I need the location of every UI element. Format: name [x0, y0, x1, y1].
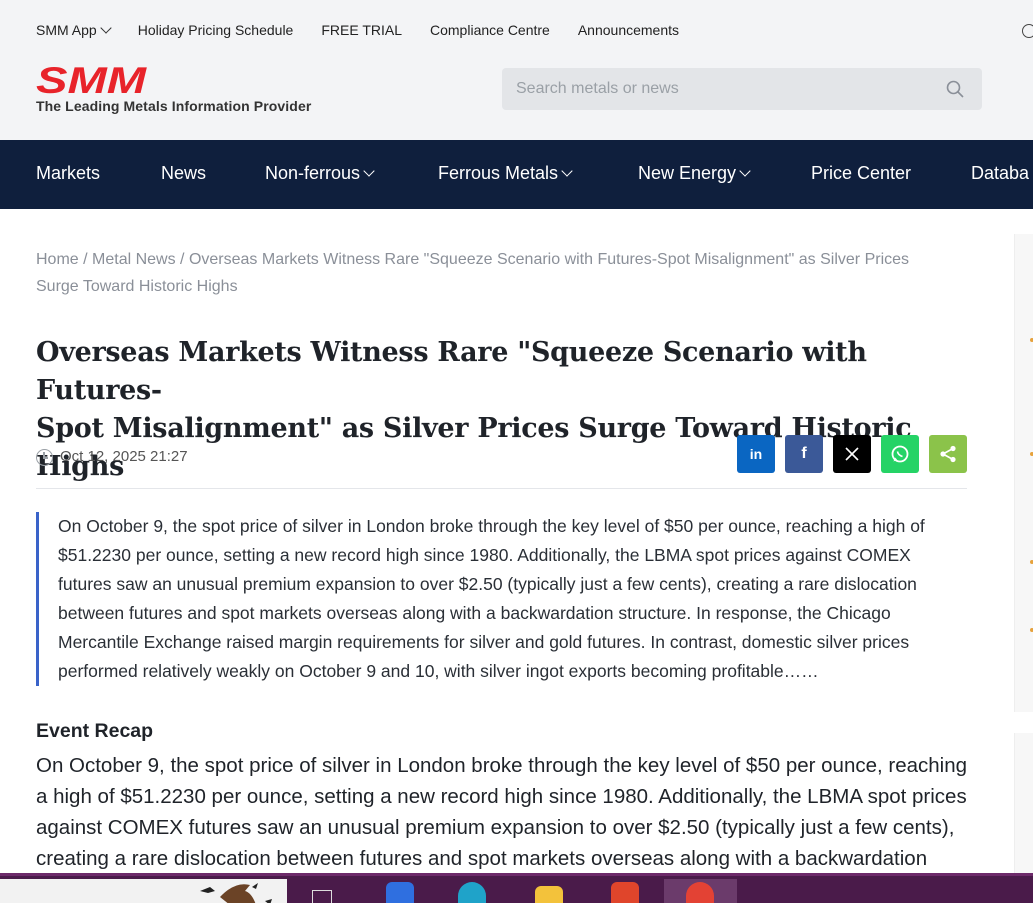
article-meta: Oct 12, 2025 21:27 in f [36, 434, 967, 489]
nav-price-center[interactable]: Price Center [811, 163, 911, 184]
breadcrumb-metal-news[interactable]: Metal News [92, 251, 176, 268]
task-view-icon[interactable] [312, 890, 332, 903]
clock-icon [36, 449, 53, 466]
chevron-down-icon [561, 165, 573, 177]
mail-app-icon[interactable] [386, 882, 414, 903]
nav-new-energy-label: New Energy [638, 163, 737, 183]
article-summary: On October 9, the spot price of silver i… [36, 512, 956, 686]
logo[interactable]: SMM The Leading Metals Information Provi… [36, 62, 311, 118]
file-explorer-icon[interactable] [535, 886, 563, 903]
search-input[interactable] [516, 68, 926, 110]
util-free-trial-label: FREE TRIAL [321, 22, 402, 38]
main-nav: Markets News Non-ferrous Ferrous Metals … [0, 140, 1033, 209]
breadcrumb-separator: / [78, 251, 93, 268]
nav-markets-label: Markets [36, 163, 101, 183]
util-free-trial[interactable]: FREE TRIAL [321, 22, 402, 38]
smm-logo-icon: SMM [36, 62, 147, 96]
facebook-share-button[interactable]: f [785, 435, 823, 473]
whatsapp-icon [891, 445, 909, 463]
util-announcements[interactable]: Announcements [578, 22, 679, 38]
taskbar [0, 873, 1033, 903]
nav-database[interactable]: Databa [971, 163, 1029, 184]
breadcrumb-separator: / [175, 251, 189, 268]
utility-bar: SMM App Holiday Pricing Schedule FREE TR… [36, 21, 707, 38]
svg-text:SMM: SMM [36, 62, 147, 96]
nav-database-label: Databa [971, 163, 1030, 183]
section-heading: Event Recap [36, 720, 154, 742]
util-holiday-pricing-label: Holiday Pricing Schedule [137, 22, 294, 38]
nav-ferrous-metals-label: Ferrous Metals [438, 163, 559, 183]
article-body: On October 9, the spot price of silver i… [36, 754, 968, 870]
bird-icon [200, 883, 272, 903]
nav-markets[interactable]: Markets [36, 163, 100, 184]
linkedin-icon: in [749, 446, 763, 462]
util-announcements-label: Announcements [577, 22, 680, 38]
article-title-line-1: Overseas Markets Witness Rare "Squeeze S… [36, 337, 867, 406]
nav-price-center-label: Price Center [811, 163, 912, 183]
chevron-down-icon [100, 21, 112, 34]
nav-news[interactable]: News [161, 163, 206, 184]
whatsapp-share-button[interactable] [881, 435, 919, 473]
facebook-icon: f [801, 445, 807, 462]
chrome-browser-icon[interactable] [686, 882, 714, 903]
breadcrumb-home[interactable]: Home [36, 251, 79, 268]
side-panel [1014, 234, 1033, 712]
util-smm-app[interactable]: SMM App [36, 21, 112, 38]
breadcrumb: Home / Metal News / Overseas Markets Wit… [36, 246, 946, 300]
globe-icon[interactable] [1022, 24, 1033, 38]
x-icon [845, 447, 859, 461]
publish-date: Oct 12, 2025 21:27 [60, 448, 188, 465]
util-compliance-centre[interactable]: Compliance Centre [430, 22, 550, 38]
nav-non-ferrous-label: Non-ferrous [265, 163, 361, 183]
nav-news-label: News [161, 163, 207, 183]
nav-non-ferrous[interactable]: Non-ferrous [265, 163, 375, 184]
side-panel-lower [1014, 733, 1033, 873]
chevron-down-icon [739, 165, 751, 177]
logo-tagline: The Leading Metals Information Provider [36, 98, 312, 114]
util-smm-app-label: SMM App [36, 22, 97, 38]
search-icon[interactable] [946, 80, 964, 98]
site-header: SMM App Holiday Pricing Schedule FREE TR… [0, 0, 1033, 140]
share-icon [940, 445, 956, 463]
nav-new-energy[interactable]: New Energy [638, 163, 751, 184]
nav-ferrous-metals[interactable]: Ferrous Metals [438, 163, 573, 184]
search-box [502, 68, 982, 110]
linkedin-share-button[interactable]: in [737, 435, 775, 473]
share-button[interactable] [929, 435, 967, 473]
x-share-button[interactable] [833, 435, 871, 473]
util-holiday-pricing[interactable]: Holiday Pricing Schedule [138, 22, 294, 38]
util-compliance-centre-label: Compliance Centre [430, 22, 550, 38]
brave-browser-icon[interactable] [611, 882, 639, 903]
chevron-down-icon [363, 165, 375, 177]
edge-browser-icon[interactable] [458, 882, 486, 903]
